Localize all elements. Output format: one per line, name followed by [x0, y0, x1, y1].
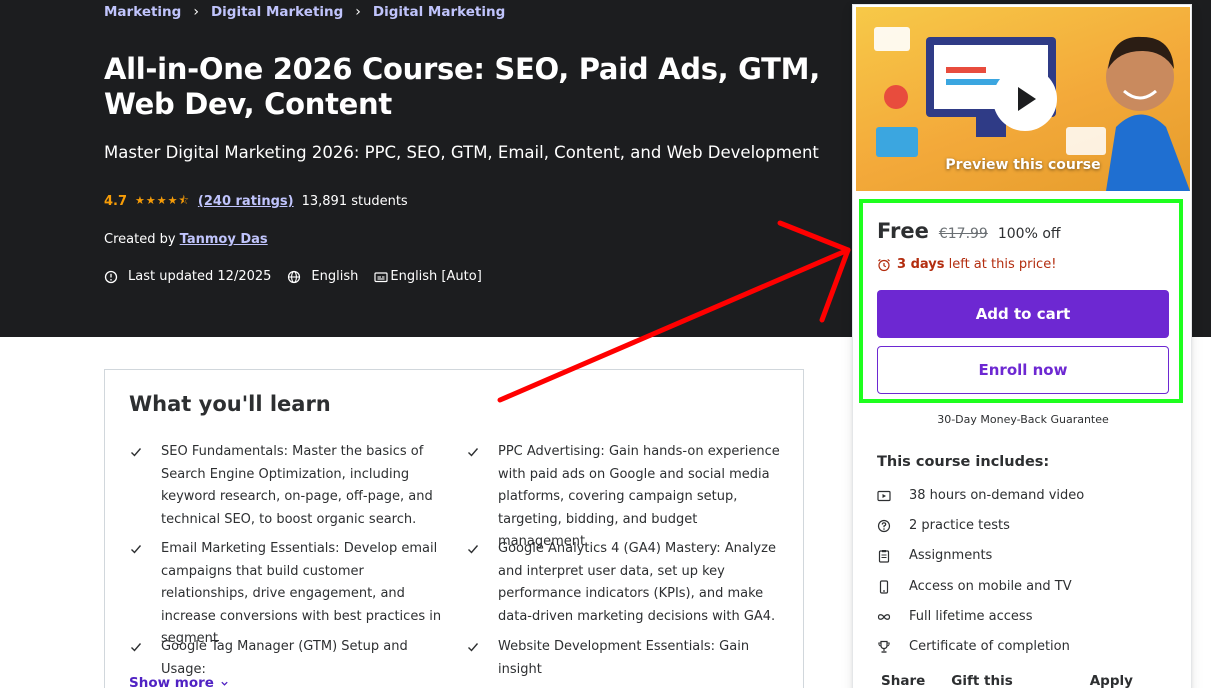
course-meta: Last updated 12/2025 English English [Au…	[104, 269, 498, 284]
include-item: Certificate of completion	[877, 639, 1070, 654]
include-item: 38 hours on-demand video	[877, 488, 1084, 503]
rating-value: 4.7	[104, 194, 128, 209]
check-icon	[131, 448, 142, 457]
language-text: English	[311, 269, 359, 284]
check-icon	[468, 545, 479, 554]
students-count: 13,891 students	[301, 194, 408, 209]
learn-item: SEO Fundamentals: Master the basics of S…	[131, 441, 446, 531]
star-rating-icon: ★★★★⯪	[135, 194, 190, 207]
clipboard-icon	[878, 549, 890, 563]
course-subtitle: Master Digital Marketing 2026: PPC, SEO,…	[104, 143, 819, 162]
breadcrumb-item-marketing[interactable]: Marketing	[104, 4, 181, 20]
infinity-icon	[877, 613, 891, 620]
include-item: Access on mobile and TV	[877, 579, 1072, 594]
globe-icon	[288, 270, 301, 283]
share-button[interactable]: Share	[881, 673, 925, 688]
gift-course-button[interactable]: Gift this course	[951, 673, 1063, 688]
ratings-count-link[interactable]: (240 ratings)	[198, 194, 294, 209]
question-circle-icon	[877, 519, 891, 532]
alert-badge-icon	[104, 270, 118, 283]
includes-title: This course includes:	[877, 454, 1050, 470]
learn-item: Website Development Essentials: Gain ins…	[468, 636, 783, 681]
money-back-guarantee: 30-Day Money-Back Guarantee	[937, 413, 1109, 426]
include-item: Assignments	[877, 548, 992, 563]
created-by-label: Created by	[104, 232, 176, 247]
learn-heading: What you'll learn	[129, 392, 331, 416]
last-updated: Last updated 12/2025	[104, 269, 271, 284]
chevron-down-icon	[221, 681, 228, 686]
include-item: 2 practice tests	[877, 518, 1010, 533]
check-icon	[468, 643, 479, 652]
play-icon[interactable]	[993, 67, 1057, 131]
breadcrumb-item-digital-marketing[interactable]: Digital Marketing	[211, 4, 343, 20]
course-preview-video[interactable]: Preview this course	[856, 7, 1190, 191]
instructor-link[interactable]: Tanmoy Das	[180, 232, 268, 247]
annotation-highlight-box	[859, 199, 1183, 403]
check-icon	[131, 643, 142, 652]
what-youll-learn: What you'll learn SEO Fundamentals: Mast…	[104, 369, 804, 688]
rating-summary: 4.7 ★★★★⯪ (240 ratings) 13,891 students	[104, 192, 408, 211]
breadcrumb: Marketing › Digital Marketing › Digital …	[104, 4, 505, 20]
check-icon	[468, 448, 479, 457]
breadcrumb-item-digital-marketing-topic[interactable]: Digital Marketing	[373, 4, 505, 20]
language: English	[287, 269, 358, 284]
captions-text: English [Auto]	[390, 269, 482, 284]
closed-caption-icon	[374, 271, 388, 282]
learn-item: PPC Advertising: Gain hands-on experienc…	[468, 441, 783, 554]
learn-item: Google Analytics 4 (GA4) Mastery: Analyz…	[468, 538, 783, 628]
trophy-icon	[878, 640, 890, 653]
preview-label: Preview this course	[945, 157, 1101, 173]
include-item: Full lifetime access	[877, 609, 1032, 624]
apply-coupon-button[interactable]: Apply Coupon	[1090, 673, 1191, 688]
created-by: Created by Tanmoy Das	[104, 232, 268, 247]
video-icon	[877, 490, 891, 501]
show-more-button[interactable]: Show more	[129, 675, 229, 688]
sidebar-actions: Share Gift this course Apply Coupon	[881, 673, 1191, 688]
learn-item: Email Marketing Essentials: Develop emai…	[131, 538, 446, 651]
last-updated-text: Last updated 12/2025	[128, 269, 272, 284]
chevron-right-icon: ›	[355, 4, 361, 20]
mobile-icon	[879, 579, 889, 594]
check-icon	[131, 545, 142, 554]
captions: English [Auto]	[374, 269, 482, 284]
chevron-right-icon: ›	[193, 4, 199, 20]
course-title: All-in-One 2026 Course: SEO, Paid Ads, G…	[104, 52, 820, 121]
show-more-label: Show more	[129, 675, 214, 688]
